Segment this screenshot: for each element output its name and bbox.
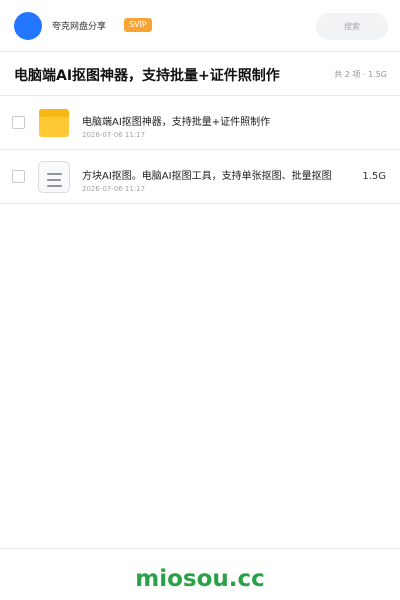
file-row-document[interactable]: 方块AI抠图。电脑AI抠图工具，支持单张抠图、批量抠图 2026-07-06 1… bbox=[0, 150, 400, 204]
share-owner-name: 夸克网盘分享 bbox=[52, 22, 107, 32]
file-name: 方块AI抠图。电脑AI抠图工具，支持单张抠图、批量抠图 bbox=[82, 171, 332, 182]
share-title-row: 电脑端AI抠图神器，支持批量+证件照制作 共 2 项 · 1.5G bbox=[0, 52, 400, 96]
watermark-footer: miosou.cc bbox=[0, 548, 400, 600]
file-row-folder[interactable]: 电脑端AI抠图神器，支持批量+证件照制作 2026-07-06 11:17 bbox=[0, 96, 400, 150]
select-checkbox[interactable] bbox=[12, 170, 25, 183]
file-time: 2026-07-06 11:17 bbox=[82, 185, 146, 193]
file-size: 1.5G bbox=[362, 171, 386, 182]
file-list: 电脑端AI抠图神器，支持批量+证件照制作 2026-07-06 11:17 方块… bbox=[0, 96, 400, 204]
select-checkbox[interactable] bbox=[12, 116, 25, 129]
file-time: 2026-07-06 11:17 bbox=[82, 131, 146, 139]
site-watermark: miosou.cc bbox=[135, 566, 265, 592]
document-line-icon bbox=[47, 185, 62, 187]
share-header: 夸克网盘分享 SVIP 搜索 bbox=[0, 0, 400, 52]
svip-badge: SVIP bbox=[124, 18, 152, 32]
file-summary: 共 2 项 · 1.5G bbox=[334, 70, 387, 79]
user-avatar[interactable] bbox=[14, 12, 42, 40]
document-line-icon bbox=[47, 173, 62, 175]
file-name: 电脑端AI抠图神器，支持批量+证件照制作 bbox=[82, 117, 271, 128]
search-input[interactable]: 搜索 bbox=[316, 13, 388, 40]
document-line-icon bbox=[47, 179, 61, 181]
page-title: 电脑端AI抠图神器，支持批量+证件照制作 bbox=[14, 68, 280, 84]
document-icon bbox=[38, 161, 70, 193]
folder-icon bbox=[39, 109, 69, 137]
